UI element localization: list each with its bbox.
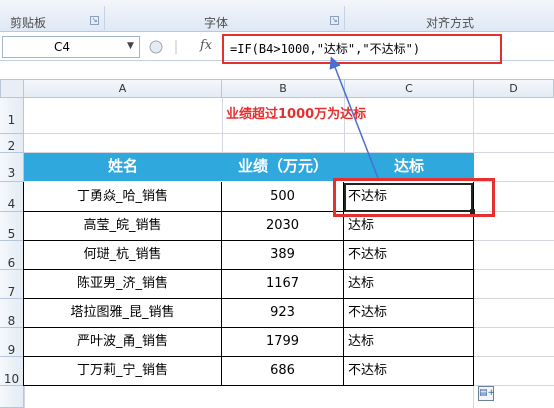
- gridline: [474, 327, 554, 328]
- column-header-d[interactable]: D: [474, 79, 554, 98]
- table-cell-value[interactable]: 389: [222, 241, 344, 270]
- alignment-group-label: 对齐方式: [426, 16, 475, 30]
- table-header-name: 姓名: [24, 153, 222, 181]
- name-box-value: C4: [53, 40, 70, 54]
- gridline: [474, 356, 554, 357]
- row-header-8[interactable]: 8: [0, 299, 24, 328]
- row-header-1[interactable]: 1: [0, 98, 24, 134]
- gridline: [474, 240, 554, 241]
- arrow-line: [329, 56, 379, 179]
- name-box[interactable]: C4 ▼: [2, 36, 140, 58]
- table-cell-name[interactable]: 陈亚男_济_销售: [24, 270, 222, 299]
- ribbon-separator: [104, 6, 105, 30]
- ribbon-separator: [344, 6, 345, 30]
- table-border: [23, 182, 24, 386]
- table-cell-status[interactable]: 不达标: [344, 357, 474, 386]
- ribbon: 剪贴板 ↘ 字体 ↘ 对齐方式: [0, 0, 554, 32]
- table-cell-status[interactable]: 达标: [344, 328, 474, 357]
- gridline: [222, 98, 223, 153]
- table-cell-value[interactable]: 1799: [222, 328, 344, 357]
- clipboard-group-label: 剪贴板: [10, 16, 47, 30]
- gridline: [474, 269, 554, 270]
- table-cell-name[interactable]: 丁勇焱_哈_销售: [24, 182, 222, 212]
- table-cell-name[interactable]: 高莹_皖_销售: [24, 212, 222, 241]
- row-header-11[interactable]: [0, 386, 24, 408]
- clipboard-launcher-icon[interactable]: ↘: [90, 16, 99, 25]
- table-cell-value[interactable]: 2030: [222, 212, 344, 241]
- row-header-6[interactable]: 6: [0, 241, 24, 270]
- table-cell-name[interactable]: 何琎_杭_销售: [24, 241, 222, 270]
- row-header-5[interactable]: 5: [0, 212, 24, 241]
- table-cell-name[interactable]: 严叶波_甬_销售: [24, 328, 222, 357]
- font-group-label: 字体: [204, 16, 229, 30]
- formula-bar-controls: [149, 40, 177, 54]
- table-cell-value[interactable]: 923: [222, 299, 344, 328]
- select-all-corner[interactable]: [0, 79, 24, 98]
- column-header-a[interactable]: A: [24, 79, 222, 98]
- table-cell-value[interactable]: 1167: [222, 270, 344, 299]
- paste-options-icon[interactable]: ▤+: [478, 386, 495, 401]
- table-cell-status[interactable]: 达标: [344, 270, 474, 299]
- row-header-10[interactable]: 10: [0, 357, 24, 386]
- gridline: [474, 298, 554, 299]
- pointer-arrow: [329, 56, 379, 179]
- row-header-3[interactable]: 3: [0, 153, 24, 182]
- gridline: [24, 133, 554, 134]
- formula-bar-handle-icon[interactable]: [149, 40, 163, 54]
- font-launcher-icon[interactable]: ↘: [330, 16, 339, 25]
- row-header-2[interactable]: 2: [0, 134, 24, 153]
- row-header-4[interactable]: 4: [0, 182, 24, 212]
- row-header-7[interactable]: 7: [0, 270, 24, 299]
- table-cell-status[interactable]: 不达标: [344, 241, 474, 270]
- table-cell-name[interactable]: 丁万莉_宁_销售: [24, 357, 222, 386]
- gridline: [24, 386, 25, 408]
- insert-function-icon[interactable]: fx: [200, 38, 224, 53]
- row-header-9[interactable]: 9: [0, 328, 24, 357]
- chevron-down-icon[interactable]: ▼: [127, 41, 134, 51]
- table-cell-status[interactable]: 不达标: [344, 299, 474, 328]
- table-cell-name[interactable]: 塔拉图雅_昆_销售: [24, 299, 222, 328]
- table-cell-value[interactable]: 686: [222, 357, 344, 386]
